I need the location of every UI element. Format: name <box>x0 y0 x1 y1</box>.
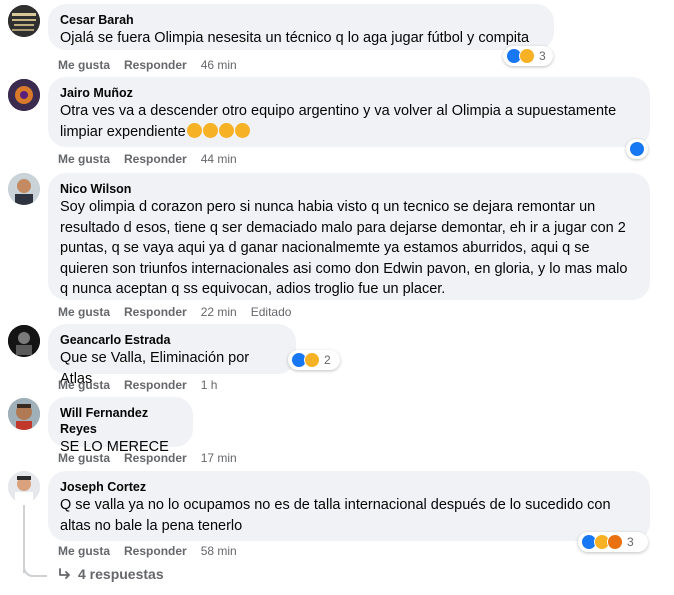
haha-icon <box>304 352 320 368</box>
avatar[interactable] <box>8 471 40 503</box>
comment-text: Ojalá se fuera Olimpia nesesita un técni… <box>60 30 530 46</box>
comment-time[interactable]: 22 min <box>201 305 237 319</box>
comment-author[interactable]: Will Fernandez Reyes <box>60 405 181 437</box>
edited-label: Editado <box>250 305 292 319</box>
like-button[interactable]: Me gusta <box>58 378 110 392</box>
comment-text-wrap: Otra ves va a descender otro equipo arge… <box>60 101 638 142</box>
comment-bubble: Jairo Muñoz Otra ves va a descender otro… <box>48 77 650 147</box>
reaction-count: 2 <box>324 353 331 367</box>
reply-arrow-icon <box>59 568 70 579</box>
comment-time[interactable]: 44 min <box>201 152 237 166</box>
comment-author[interactable]: Geancarlo Estrada <box>60 332 284 348</box>
replies-count-label[interactable]: 4 respuestas <box>78 566 164 582</box>
comment-time[interactable]: 58 min <box>201 544 237 558</box>
comment-author[interactable]: Jairo Muñoz <box>60 85 638 101</box>
reply-button[interactable]: Responder <box>124 451 187 465</box>
comment-actions: Me gusta Responder 44 min <box>58 152 251 166</box>
comment-text: Soy olimpia d corazon pero si nunca habi… <box>60 199 628 297</box>
like-button[interactable]: Me gusta <box>58 544 110 558</box>
avatar[interactable] <box>8 5 40 37</box>
comment-time[interactable]: 1 h <box>201 378 218 392</box>
comment-actions: Me gusta Responder 22 min Editado <box>58 305 305 319</box>
avatar[interactable] <box>8 325 40 357</box>
comment-text: Otra ves va a descender otro equipo arge… <box>60 103 617 140</box>
rolling-laughing-icon <box>186 122 202 138</box>
reaction-count: 3 <box>539 49 546 63</box>
like-button[interactable]: Me gusta <box>58 58 110 72</box>
comment-time[interactable]: 17 min <box>201 451 237 465</box>
like-icon <box>629 141 645 157</box>
reaction-count: 3 <box>627 535 634 549</box>
reaction-summary[interactable]: 3 <box>578 532 648 552</box>
reply-button[interactable]: Responder <box>124 58 187 72</box>
comment-author[interactable]: Nico Wilson <box>60 181 638 197</box>
reaction-summary[interactable] <box>626 139 648 159</box>
comment-bubble: Joseph Cortez Q se valla ya no lo ocupam… <box>48 471 650 541</box>
comment-actions: Me gusta Responder 58 min <box>58 544 251 558</box>
avatar[interactable] <box>8 173 40 205</box>
reaction-summary[interactable]: 2 <box>288 350 340 370</box>
avatar[interactable] <box>8 398 40 430</box>
reaction-summary[interactable]: 3 <box>503 46 553 66</box>
comment-actions: Me gusta Responder 17 min <box>58 451 251 465</box>
view-replies-link[interactable]: 4 respuestas <box>58 566 164 582</box>
like-button[interactable]: Me gusta <box>58 305 110 319</box>
rolling-laughing-icon <box>234 122 250 138</box>
like-button[interactable]: Me gusta <box>58 152 110 166</box>
rolling-laughing-icon <box>218 122 234 138</box>
reply-button[interactable]: Responder <box>124 152 187 166</box>
thread-connector-curve <box>23 555 47 577</box>
comment-text: Q se valla ya no lo ocupamos no es de ta… <box>60 497 611 534</box>
rolling-laughing-icon <box>202 122 218 138</box>
comment-bubble: Cesar Barah Ojalá se fuera Olimpia neses… <box>48 4 554 50</box>
avatar[interactable] <box>8 79 40 111</box>
comment-bubble: Nico Wilson Soy olimpia d corazon pero s… <box>48 173 650 300</box>
reply-button[interactable]: Responder <box>124 305 187 319</box>
haha-icon <box>519 48 535 64</box>
like-button[interactable]: Me gusta <box>58 451 110 465</box>
reply-button[interactable]: Responder <box>124 544 187 558</box>
reply-button[interactable]: Responder <box>124 378 187 392</box>
comment-bubble: Will Fernandez Reyes SE LO MERECE <box>48 397 193 455</box>
comment-actions: Me gusta Responder 1 h <box>58 378 231 392</box>
comment-author[interactable]: Cesar Barah <box>60 12 542 28</box>
comment-actions: Me gusta Responder 46 min <box>58 58 251 72</box>
comment-author[interactable]: Joseph Cortez <box>60 479 638 495</box>
comment-time[interactable]: 46 min <box>201 58 237 72</box>
angry-icon <box>607 534 623 550</box>
comment-bubble: Geancarlo Estrada Que se Valla, Eliminac… <box>48 324 296 387</box>
